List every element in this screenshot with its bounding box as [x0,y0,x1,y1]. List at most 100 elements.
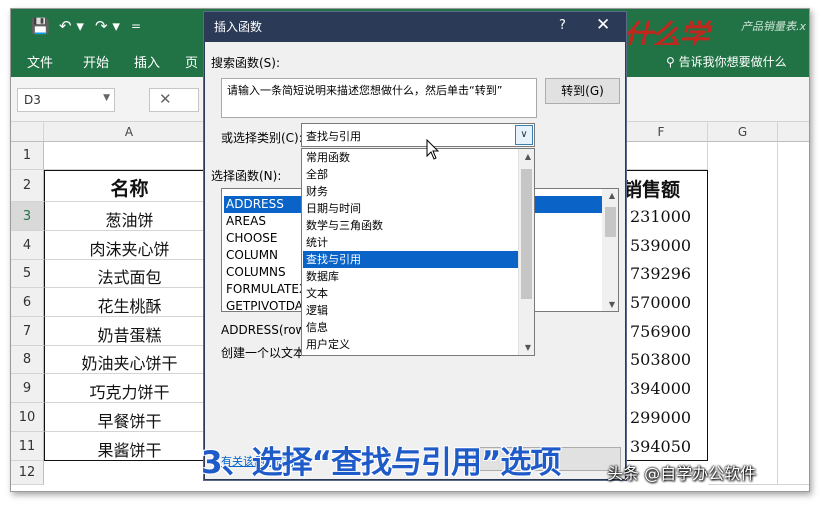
name-box[interactable]: D3 ▼ [17,88,115,112]
row-header[interactable]: 12 [11,461,44,485]
close-icon[interactable]: ✕ [596,15,610,35]
product-name: 肉沫夹心饼 [89,240,170,259]
search-function-label: 搜索函数(S): [211,56,281,70]
column-header-g[interactable]: G [708,122,778,142]
sales-value: 394000 [630,379,692,398]
scroll-up-icon[interactable]: ▲ [525,152,531,161]
category-option[interactable]: 逻辑 [303,302,519,319]
search-function-input[interactable]: 请输入一条简短说明来描述您想做什么，然后单击“转到” [221,78,537,118]
function-item[interactable]: FORMULATEX [224,281,307,298]
tutorial-caption: 3、选择“查找与引用”选项 [201,445,561,481]
product-name: 法式面包 [97,268,162,287]
help-icon[interactable]: ? [559,18,566,33]
function-item[interactable]: CHOOSE [224,230,278,247]
row-header[interactable]: 11 [11,432,44,461]
product-name: 早餐饼干 [97,412,162,431]
function-item[interactable]: AREAS [224,213,266,230]
function-item[interactable]: COLUMN [224,247,278,264]
cell[interactable] [778,142,809,485]
column-header-f[interactable]: F [615,122,708,142]
sales-header: 销售额 [623,179,681,201]
category-select[interactable]: 查找与引用 ∨ [301,123,535,147]
tab-insert[interactable]: 插入 [134,52,160,71]
function-syntax: ADDRESS(row [221,323,306,337]
function-item[interactable]: COLUMNS [224,264,286,281]
column-header-blank[interactable] [778,122,809,142]
function-list-scrollbar[interactable]: ▲ ▼ [602,189,618,311]
category-option[interactable]: 数学与三角函数 [303,217,519,234]
sales-value: 739296 [630,264,692,283]
select-function-label: 选择函数(N): [211,169,282,183]
row-header-selected[interactable]: 3 [11,202,44,231]
category-option[interactable]: 财务 [303,183,519,200]
sales-value: 503800 [630,350,692,369]
cell[interactable] [615,142,708,170]
go-button[interactable]: 转到(G) [545,78,620,104]
function-item[interactable]: GETPIVOTDAT [224,298,309,311]
lightbulb-icon: ⚲ [666,55,679,69]
row-header[interactable]: 9 [11,374,44,403]
category-label: 或选择类别(C): [221,131,303,145]
product-name: 果酱饼干 [97,441,162,460]
row-header[interactable]: 6 [11,288,44,317]
formula-cancel-button[interactable] [149,88,199,112]
scroll-up-icon[interactable]: ▲ [609,191,615,200]
undo-icon[interactable]: ↶ ▾ [59,17,84,35]
tell-me-label: 告诉我你想要做什么 [678,55,787,69]
row-header[interactable]: 7 [11,317,44,346]
category-option-selected[interactable]: 查找与引用 [303,251,519,268]
watermark: 头条 @自学办公软件 [607,464,757,483]
scroll-down-icon[interactable]: ▼ [525,343,531,352]
category-dropdown-list[interactable]: 常用函数 全部 财务 日期与时间 数学与三角函数 统计 查找与引用 数据库 文本… [301,148,535,356]
product-name: 花生桃酥 [97,297,162,316]
tell-me-search[interactable]: ⚲ 告诉我你想要做什么 [666,53,787,70]
product-name: 奶油夹心饼干 [81,354,178,373]
column-header-a[interactable]: A [44,122,215,142]
category-option[interactable]: 日期与时间 [303,200,519,217]
chevron-down-icon[interactable]: ∨ [515,125,533,145]
row-header[interactable]: 2 [11,170,44,202]
product-name: 葱油饼 [105,211,154,230]
scroll-down-icon[interactable]: ▼ [609,300,615,309]
scrollbar-thumb[interactable] [521,169,532,299]
row-header[interactable]: 4 [11,231,44,260]
function-description: 创建一个以文本 [221,346,306,360]
product-name: 奶昔蛋糕 [97,326,162,345]
cell[interactable] [708,142,778,485]
name-box-value: D3 [24,93,41,107]
row-header[interactable]: 5 [11,260,44,288]
category-option[interactable]: 常用函数 [303,149,519,166]
chevron-down-icon[interactable]: ▼ [103,93,110,103]
category-option[interactable]: 信息 [303,319,519,336]
tab-page-layout[interactable]: 页 [185,52,198,71]
row-header[interactable]: 1 [11,142,44,170]
insert-function-dialog: 插入函数 ? ✕ 搜索函数(S): 请输入一条简短说明来描述您想做什么，然后单击… [203,11,627,481]
tab-file[interactable]: 文件 [27,52,53,71]
excel-window: 💾 ↶ ▾ ↷ ▾ = 什么学 产品销量表.x 文件 开始 插入 页 ⚲ 告诉我… [10,8,810,492]
save-icon[interactable]: 💾 [31,17,50,35]
tab-home[interactable]: 开始 [83,52,109,71]
row-header[interactable]: 8 [11,346,44,374]
sales-value: 570000 [630,293,692,312]
redo-icon[interactable]: ↷ ▾ [95,17,120,35]
sales-value: 299000 [630,408,692,427]
customize-qat-icon[interactable]: = [131,17,141,35]
file-name: 产品销量表.x [741,20,807,33]
close-icon[interactable]: ✕ [159,90,172,108]
product-name: 巧克力饼干 [89,383,170,402]
sales-value: 539000 [630,236,692,255]
select-all-corner[interactable] [11,122,44,142]
sales-value: 394050 [630,437,692,456]
cell[interactable] [44,142,215,170]
row-header[interactable]: 10 [11,403,44,432]
category-option[interactable]: 全部 [303,166,519,183]
category-option[interactable]: 文本 [303,285,519,302]
scrollbar-thumb[interactable] [605,207,616,237]
category-option[interactable]: 统计 [303,234,519,251]
name-header: 名称 [110,178,149,200]
sales-value: 756900 [630,322,692,341]
category-option[interactable]: 数据库 [303,268,519,285]
category-option[interactable]: 用户定义 [303,336,519,353]
mouse-cursor-icon [426,139,440,160]
category-list-scrollbar[interactable]: ▲ ▼ [518,149,534,355]
